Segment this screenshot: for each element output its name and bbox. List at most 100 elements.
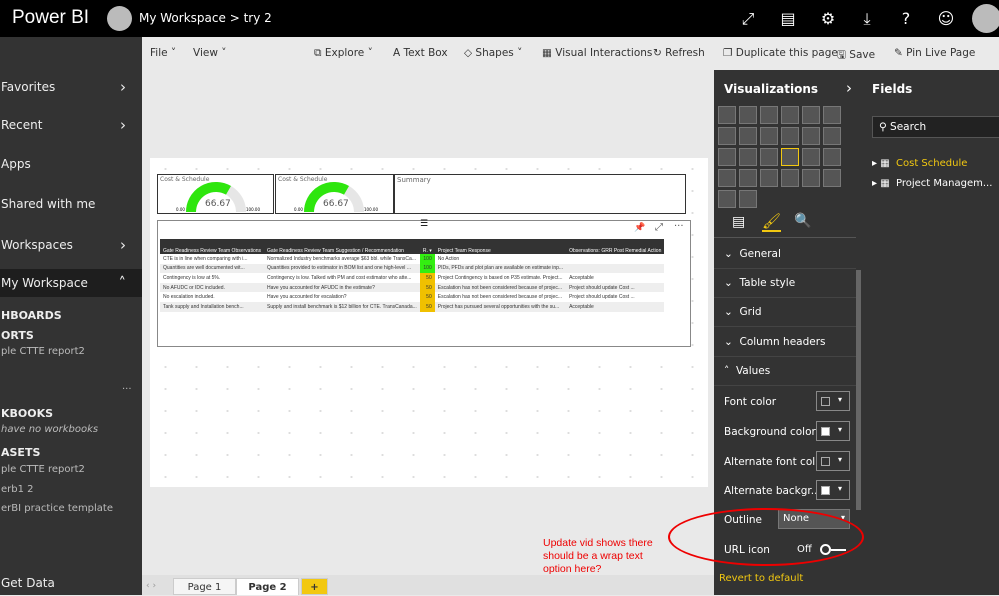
- table-row[interactable]: Tank supply and Installation bench... Sup…: [160, 301, 665, 312]
- table-row[interactable]: No escalation included. Have you accounte…: [160, 292, 664, 302]
- dashboards-heading[interactable]: HBOARDS: [1, 309, 62, 322]
- alt-font-color-picker[interactable]: ▾: [816, 451, 850, 471]
- section-column-headers[interactable]: ⌄ Column headers: [714, 328, 856, 357]
- format-paint-roller-icon[interactable]: 🖌: [762, 212, 782, 232]
- summary-card[interactable]: Summary: [394, 174, 686, 214]
- visual-type-icon[interactable]: [739, 127, 757, 145]
- fields-tab-icon[interactable]: ▤: [732, 214, 745, 230]
- visual-type-icon[interactable]: [718, 106, 736, 124]
- explore-menu[interactable]: ⧉ Explore ˅: [314, 47, 373, 60]
- column-header[interactable]: Gate Readiness Review Team Observations: [160, 239, 265, 254]
- visual-type-icon[interactable]: [781, 169, 799, 187]
- visual-type-icon[interactable]: [802, 106, 820, 124]
- column-header[interactable]: R. ▾: [419, 239, 435, 254]
- tab-scroll-arrows[interactable]: ‹ ›: [146, 581, 156, 591]
- section-general[interactable]: ⌄ General: [714, 240, 856, 269]
- gauge-card[interactable]: Cost & Schedule 66.67 0.00 100.00: [157, 174, 274, 214]
- font-color-picker[interactable]: ▾: [816, 391, 850, 411]
- visual-type-icon[interactable]: [781, 127, 799, 145]
- visual-type-icon[interactable]: [718, 190, 736, 208]
- dataset-item[interactable]: erb1 2: [1, 484, 34, 495]
- collapse-chevron-icon[interactable]: ›: [846, 79, 852, 97]
- get-data-button[interactable]: Get Data: [0, 572, 142, 594]
- column-header[interactable]: Observations: GRR Post Remedial Action: [566, 239, 665, 254]
- field-table-item[interactable]: ▸ ▦ Cost Schedule: [872, 158, 967, 169]
- visual-type-icon[interactable]: [823, 127, 841, 145]
- refresh-button[interactable]: ↻ Refresh: [653, 47, 705, 59]
- alt-background-color-picker[interactable]: ▾: [816, 480, 850, 500]
- duplicate-page-button[interactable]: ❐ Duplicate this page: [723, 47, 838, 59]
- visual-type-icon[interactable]: [781, 106, 799, 124]
- pin-visual-icon[interactable]: 📌: [634, 223, 645, 233]
- visual-type-icon[interactable]: [802, 169, 820, 187]
- visual-type-icon[interactable]: [802, 148, 820, 166]
- nav-favorites[interactable]: Favorites ›: [0, 73, 142, 101]
- visual-type-icon[interactable]: [823, 169, 841, 187]
- visual-type-icon[interactable]: [718, 148, 736, 166]
- breadcrumb-report[interactable]: try 2: [244, 11, 272, 25]
- nav-recent[interactable]: Recent ›: [0, 111, 142, 139]
- table-row[interactable]: No AFUDC or IDC included. Have you accoun…: [160, 282, 665, 293]
- comment-icon[interactable]: ▤: [768, 0, 808, 37]
- focus-mode-icon[interactable]: ⤢: [655, 222, 663, 233]
- nav-workspaces[interactable]: Workspaces ›: [0, 231, 142, 259]
- visual-type-icon[interactable]: [823, 148, 841, 166]
- download-icon[interactable]: ⤓: [847, 0, 887, 37]
- visual-type-icon[interactable]: [760, 127, 778, 145]
- fields-search-input[interactable]: ⚲ Search: [872, 116, 999, 138]
- visual-type-icon[interactable]: [739, 190, 757, 208]
- table-row[interactable]: CTE is in line when comparing with i... N…: [160, 254, 664, 264]
- table-row[interactable]: Quantities are well documented wit... Qua…: [160, 263, 665, 274]
- nav-my-workspace[interactable]: My Workspace ˄: [0, 269, 142, 297]
- visual-type-icon[interactable]: [760, 169, 778, 187]
- visual-type-icon[interactable]: [718, 127, 736, 145]
- report-item[interactable]: ple CTTE report2: [1, 346, 85, 357]
- help-icon[interactable]: ?: [886, 0, 926, 37]
- pin-live-page-button[interactable]: ✎ Pin Live Page: [894, 47, 975, 59]
- user-avatar[interactable]: [972, 4, 999, 33]
- smiley-icon[interactable]: ☺: [926, 0, 966, 37]
- section-grid[interactable]: ⌄ Grid: [714, 298, 856, 327]
- file-menu[interactable]: File ˅: [150, 47, 176, 59]
- analytics-icon[interactable]: 🔍: [794, 213, 811, 229]
- table-row[interactable]: Contingency is low at 5%. Contingency is …: [160, 273, 664, 283]
- workbooks-heading[interactable]: KBOOKS: [1, 407, 53, 420]
- visual-interactions-button[interactable]: ▦ Visual Interactions: [542, 47, 652, 59]
- visual-type-icon[interactable]: [823, 106, 841, 124]
- add-page-button[interactable]: +: [301, 578, 328, 595]
- visual-type-icon[interactable]: [739, 106, 757, 124]
- column-header[interactable]: Project Team Response: [434, 239, 567, 254]
- nav-apps[interactable]: Apps: [0, 150, 142, 178]
- visual-type-icon[interactable]: [718, 169, 736, 187]
- dataset-item[interactable]: ple CTTE report2: [1, 464, 85, 475]
- tab-page-2[interactable]: Page 2: [236, 578, 299, 595]
- column-header[interactable]: Gate Readiness Review Team Suggestion / …: [264, 239, 420, 254]
- more-options-icon[interactable]: ···: [674, 221, 684, 232]
- visual-type-icon[interactable]: [760, 106, 778, 124]
- nav-shared[interactable]: Shared with me: [0, 190, 142, 218]
- gauge-card[interactable]: Cost & Schedule 66.67 0.00 100.00: [275, 174, 394, 214]
- visual-type-icon[interactable]: [760, 148, 778, 166]
- breadcrumb-workspace[interactable]: My Workspace: [139, 11, 226, 25]
- reports-heading[interactable]: ORTS: [1, 329, 34, 342]
- view-menu[interactable]: View ˅: [193, 47, 227, 59]
- gear-icon[interactable]: ⚙: [808, 0, 848, 37]
- visual-type-icon[interactable]: [739, 148, 757, 166]
- section-values[interactable]: ˄ Values: [714, 357, 856, 386]
- visual-type-icon[interactable]: [802, 127, 820, 145]
- more-icon[interactable]: ...: [122, 381, 132, 392]
- scrollbar[interactable]: [856, 270, 861, 510]
- visual-type-icon[interactable]: [739, 169, 757, 187]
- brand-logo[interactable]: Power BI: [12, 7, 89, 29]
- dataset-item[interactable]: erBI practice template: [1, 503, 113, 514]
- datasets-heading[interactable]: ASETS: [1, 446, 40, 459]
- revert-to-default-link[interactable]: Revert to default: [719, 573, 803, 584]
- textbox-button[interactable]: A Text Box: [393, 47, 448, 59]
- background-color-picker[interactable]: ▾: [816, 421, 850, 441]
- save-button[interactable]: 🖫 Save: [837, 47, 875, 65]
- shapes-menu[interactable]: ◇ Shapes ˅: [464, 47, 522, 59]
- visual-type-icon[interactable]: [781, 148, 799, 166]
- section-table-style[interactable]: ⌄ Table style: [714, 269, 856, 298]
- expand-icon[interactable]: ⤢: [728, 0, 768, 37]
- field-table-item[interactable]: ▸ ▦ Project Managem...: [872, 178, 992, 189]
